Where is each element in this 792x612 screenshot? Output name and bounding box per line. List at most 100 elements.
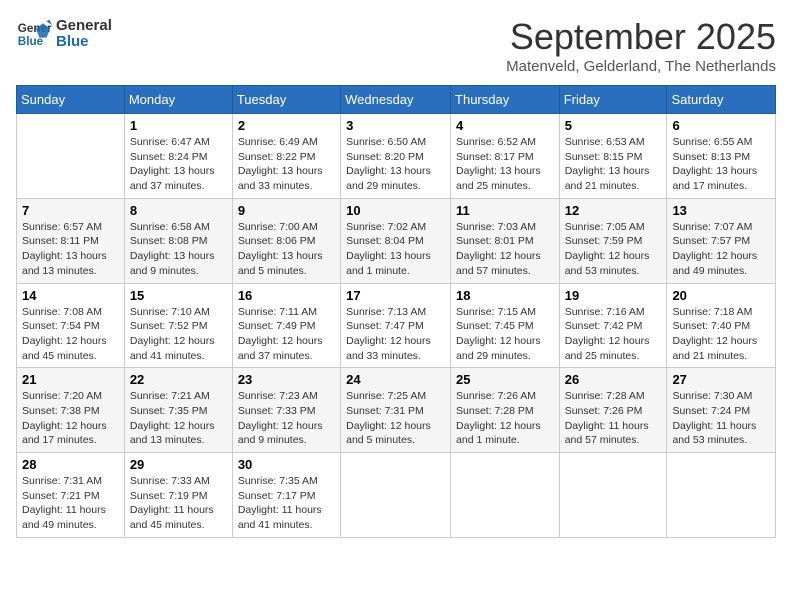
calendar-cell: 1Sunrise: 6:47 AM Sunset: 8:24 PM Daylig… (124, 114, 232, 199)
calendar-cell: 14Sunrise: 7:08 AM Sunset: 7:54 PM Dayli… (17, 283, 125, 368)
calendar-header-row: SundayMondayTuesdayWednesdayThursdayFrid… (17, 86, 776, 114)
calendar-cell (341, 453, 451, 538)
calendar-week-row: 21Sunrise: 7:20 AM Sunset: 7:38 PM Dayli… (17, 368, 776, 453)
day-info: Sunrise: 7:33 AM Sunset: 7:19 PM Dayligh… (130, 474, 227, 533)
day-info: Sunrise: 7:23 AM Sunset: 7:33 PM Dayligh… (238, 389, 335, 448)
day-info: Sunrise: 6:55 AM Sunset: 8:13 PM Dayligh… (672, 135, 770, 194)
day-number: 2 (238, 118, 335, 133)
column-header-wednesday: Wednesday (341, 86, 451, 114)
calendar-cell: 26Sunrise: 7:28 AM Sunset: 7:26 PM Dayli… (559, 368, 667, 453)
calendar-cell: 19 Sunrise: 7:16 AM Sunset: 7:42 PM Dayli… (559, 283, 667, 368)
day-info: Sunrise: 7:20 AM Sunset: 7:38 PM Dayligh… (22, 389, 119, 448)
day-info: Sunrise: 7:21 AM Sunset: 7:35 PM Dayligh… (130, 389, 227, 448)
calendar-cell: 25Sunrise: 7:26 AM Sunset: 7:28 PM Dayli… (451, 368, 560, 453)
day-info: Sunrise: 7:35 AM Sunset: 7:17 PM Dayligh… (238, 474, 335, 533)
day-number: 16 (238, 288, 335, 303)
calendar-cell: 12 Sunrise: 7:05 AM Sunset: 7:59 PM Dayli… (559, 198, 667, 283)
calendar-cell: 8Sunrise: 6:58 AM Sunset: 8:08 PM Daylig… (124, 198, 232, 283)
calendar-cell: 24Sunrise: 7:25 AM Sunset: 7:31 PM Dayli… (341, 368, 451, 453)
calendar-cell: 5 Sunrise: 6:53 AM Sunset: 8:15 PM Daylig… (559, 114, 667, 199)
day-number: 8 (130, 203, 227, 218)
day-number: 12 (565, 203, 662, 218)
calendar-cell (667, 453, 776, 538)
calendar-cell: 3 Sunrise: 6:50 AM Sunset: 8:20 PM Daylig… (341, 114, 451, 199)
calendar-cell: 17 Sunrise: 7:13 AM Sunset: 7:47 PM Dayli… (341, 283, 451, 368)
day-info: Sunrise: 6:50 AM Sunset: 8:20 PM Dayligh… (346, 135, 445, 194)
day-info: Sunrise: 7:30 AM Sunset: 7:24 PM Dayligh… (672, 389, 770, 448)
calendar-cell: 18 Sunrise: 7:15 AM Sunset: 7:45 PM Dayli… (451, 283, 560, 368)
day-info: Sunrise: 7:16 AM Sunset: 7:42 PM Dayligh… (565, 305, 662, 364)
day-number: 9 (238, 203, 335, 218)
column-header-saturday: Saturday (667, 86, 776, 114)
day-number: 10 (346, 203, 445, 218)
day-number: 18 (456, 288, 554, 303)
day-info: Sunrise: 7:13 AM Sunset: 7:47 PM Dayligh… (346, 305, 445, 364)
calendar-cell: 9Sunrise: 7:00 AM Sunset: 8:06 PM Daylig… (232, 198, 340, 283)
day-info: Sunrise: 7:05 AM Sunset: 7:59 PM Dayligh… (565, 220, 662, 279)
day-info: Sunrise: 7:10 AM Sunset: 7:52 PM Dayligh… (130, 305, 227, 364)
calendar-week-row: 1Sunrise: 6:47 AM Sunset: 8:24 PM Daylig… (17, 114, 776, 199)
calendar-cell: 13 Sunrise: 7:07 AM Sunset: 7:57 PM Dayli… (667, 198, 776, 283)
calendar-cell: 27 Sunrise: 7:30 AM Sunset: 7:24 PM Dayli… (667, 368, 776, 453)
calendar-cell: 7 Sunrise: 6:57 AM Sunset: 8:11 PM Daylig… (17, 198, 125, 283)
calendar-week-row: 14Sunrise: 7:08 AM Sunset: 7:54 PM Dayli… (17, 283, 776, 368)
calendar-cell: 15 Sunrise: 7:10 AM Sunset: 7:52 PM Dayli… (124, 283, 232, 368)
calendar-cell: 21Sunrise: 7:20 AM Sunset: 7:38 PM Dayli… (17, 368, 125, 453)
column-header-tuesday: Tuesday (232, 86, 340, 114)
day-info: Sunrise: 6:52 AM Sunset: 8:17 PM Dayligh… (456, 135, 554, 194)
day-number: 17 (346, 288, 445, 303)
logo-text-general: General (56, 18, 112, 35)
calendar-subtitle: Matenveld, Gelderland, The Netherlands (506, 58, 776, 75)
calendar-cell: 11Sunrise: 7:03 AM Sunset: 8:01 PM Dayli… (451, 198, 560, 283)
logo-icon: General Blue (16, 16, 52, 52)
calendar-cell: 6Sunrise: 6:55 AM Sunset: 8:13 PM Daylig… (667, 114, 776, 199)
day-number: 29 (130, 457, 227, 472)
title-area: September 2025 Matenveld, Gelderland, Th… (506, 16, 776, 75)
calendar-cell: 28 Sunrise: 7:31 AM Sunset: 7:21 PM Dayli… (17, 453, 125, 538)
day-info: Sunrise: 7:08 AM Sunset: 7:54 PM Dayligh… (22, 305, 119, 364)
day-number: 27 (672, 372, 770, 387)
day-number: 4 (456, 118, 554, 133)
day-info: Sunrise: 7:11 AM Sunset: 7:49 PM Dayligh… (238, 305, 335, 364)
calendar-cell (17, 114, 125, 199)
day-info: Sunrise: 7:31 AM Sunset: 7:21 PM Dayligh… (22, 474, 119, 533)
day-info: Sunrise: 6:57 AM Sunset: 8:11 PM Dayligh… (22, 220, 119, 279)
calendar-table: SundayMondayTuesdayWednesdayThursdayFrid… (16, 85, 776, 538)
day-number: 13 (672, 203, 770, 218)
day-number: 22 (130, 372, 227, 387)
day-number: 19 (565, 288, 662, 303)
logo-text-blue: Blue (56, 34, 112, 51)
day-number: 15 (130, 288, 227, 303)
day-info: Sunrise: 6:47 AM Sunset: 8:24 PM Dayligh… (130, 135, 227, 194)
calendar-cell: 29 Sunrise: 7:33 AM Sunset: 7:19 PM Dayli… (124, 453, 232, 538)
day-info: Sunrise: 7:02 AM Sunset: 8:04 PM Dayligh… (346, 220, 445, 279)
column-header-sunday: Sunday (17, 86, 125, 114)
calendar-week-row: 7 Sunrise: 6:57 AM Sunset: 8:11 PM Daylig… (17, 198, 776, 283)
day-number: 28 (22, 457, 119, 472)
day-number: 24 (346, 372, 445, 387)
day-info: Sunrise: 6:49 AM Sunset: 8:22 PM Dayligh… (238, 135, 335, 194)
page-header: General Blue General Blue September 2025… (16, 16, 776, 75)
calendar-title: September 2025 (506, 16, 776, 58)
calendar-cell: 23 Sunrise: 7:23 AM Sunset: 7:33 PM Dayli… (232, 368, 340, 453)
day-number: 3 (346, 118, 445, 133)
day-number: 25 (456, 372, 554, 387)
day-info: Sunrise: 7:07 AM Sunset: 7:57 PM Dayligh… (672, 220, 770, 279)
day-info: Sunrise: 7:18 AM Sunset: 7:40 PM Dayligh… (672, 305, 770, 364)
day-number: 7 (22, 203, 119, 218)
calendar-cell: 20 Sunrise: 7:18 AM Sunset: 7:40 PM Dayli… (667, 283, 776, 368)
day-number: 30 (238, 457, 335, 472)
day-info: Sunrise: 7:15 AM Sunset: 7:45 PM Dayligh… (456, 305, 554, 364)
calendar-cell: 22 Sunrise: 7:21 AM Sunset: 7:35 PM Dayli… (124, 368, 232, 453)
column-header-thursday: Thursday (451, 86, 560, 114)
calendar-week-row: 28 Sunrise: 7:31 AM Sunset: 7:21 PM Dayli… (17, 453, 776, 538)
column-header-friday: Friday (559, 86, 667, 114)
day-number: 23 (238, 372, 335, 387)
day-number: 5 (565, 118, 662, 133)
day-number: 20 (672, 288, 770, 303)
day-number: 26 (565, 372, 662, 387)
day-number: 11 (456, 203, 554, 218)
day-info: Sunrise: 6:53 AM Sunset: 8:15 PM Dayligh… (565, 135, 662, 194)
calendar-cell: 4 Sunrise: 6:52 AM Sunset: 8:17 PM Daylig… (451, 114, 560, 199)
calendar-cell (559, 453, 667, 538)
